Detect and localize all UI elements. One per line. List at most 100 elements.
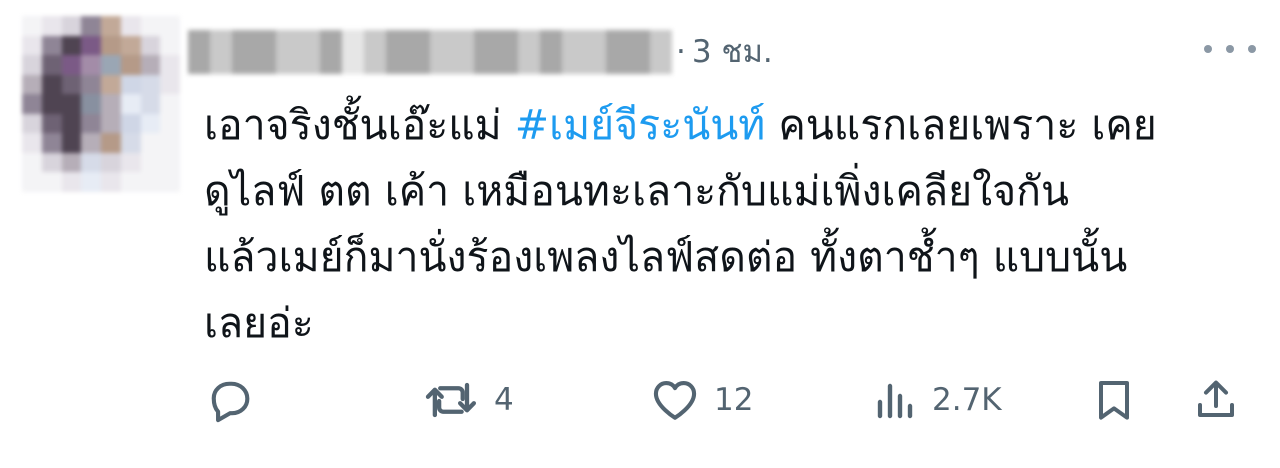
tweet-text-line: เลยอ่ะ	[204, 290, 1256, 356]
username-pixel	[276, 30, 298, 74]
username-pixel	[474, 30, 496, 74]
like-button[interactable]: 12	[648, 374, 753, 426]
avatar-pixel	[101, 133, 121, 153]
avatar-pixel	[120, 133, 141, 153]
meta-dot: ·	[676, 34, 686, 70]
like-count: 12	[714, 382, 754, 418]
avatar-pixel	[140, 16, 161, 36]
more-icon	[1226, 45, 1234, 53]
avatar-pixel	[81, 16, 101, 36]
reply-button[interactable]	[204, 374, 268, 426]
avatar-pixel	[22, 74, 42, 95]
avatar-pixel	[61, 55, 82, 75]
hashtag-link[interactable]: #เมย์จีระนันท์	[515, 101, 766, 149]
avatar-pixel	[120, 152, 141, 173]
username-pixel	[408, 30, 430, 74]
avatar-pixel	[140, 74, 161, 95]
views-button[interactable]: 2.7K	[872, 374, 1002, 426]
avatar-pixel	[120, 16, 141, 36]
avatar-pixel	[120, 35, 141, 56]
avatar-pixel	[140, 94, 161, 114]
avatar-pixel	[41, 113, 62, 134]
avatar-pixel	[41, 133, 62, 153]
avatar-pixel	[22, 133, 42, 153]
text-segment: เอาจริงชั้นเอ๊ะแม่	[204, 101, 515, 149]
more-options-button[interactable]	[1204, 34, 1256, 64]
avatar-pixel	[101, 74, 121, 95]
avatar-pixel	[160, 55, 180, 75]
share-icon	[1198, 380, 1234, 417]
avatar-pixel	[61, 94, 82, 114]
username-pixel	[584, 30, 606, 74]
username-pixel	[342, 30, 364, 74]
reply-icon	[211, 381, 250, 423]
avatar-pixel	[120, 55, 141, 75]
avatar-pixel	[81, 74, 101, 95]
username-blurred[interactable]	[188, 30, 672, 74]
avatar-pixel	[22, 55, 42, 75]
username-pixel	[254, 30, 276, 74]
views-count: 2.7K	[932, 382, 1002, 418]
avatar-pixel	[61, 113, 82, 134]
username-pixel	[364, 30, 386, 74]
avatar-pixel	[160, 35, 180, 56]
avatar-pixel	[61, 172, 82, 192]
avatar-pixel	[22, 16, 42, 36]
username-pixel	[452, 30, 474, 74]
action-bar: 4 12 2.7K	[204, 374, 1256, 426]
more-icon	[1248, 45, 1256, 53]
avatar-pixel	[140, 172, 161, 192]
tweet-time[interactable]: 3 ชม.	[692, 30, 773, 74]
avatar-pixel	[41, 172, 62, 192]
avatar-pixel	[140, 55, 161, 75]
avatar-pixel	[160, 16, 180, 36]
avatar-pixel	[160, 74, 180, 95]
username-pixel	[320, 30, 342, 74]
avatar-pixel	[101, 35, 121, 56]
avatar-pixel	[101, 94, 121, 114]
username-pixel	[430, 30, 452, 74]
avatar-pixel	[101, 113, 121, 134]
retweet-icon	[425, 382, 476, 418]
avatar-pixel	[22, 35, 42, 56]
avatar-pixel	[81, 113, 101, 134]
avatar-pixel	[81, 55, 101, 75]
username-pixel	[562, 30, 584, 74]
avatar-pixel	[120, 113, 141, 134]
text-segment: แล้วเมย์ก็มานั่งร้องเพลงไลฟ์สดต่อ ทั้งตา…	[204, 233, 1128, 281]
bookmark-button[interactable]	[1090, 374, 1138, 426]
avatar-pixel	[81, 172, 101, 192]
tweet-text: เอาจริงชั้นเอ๊ะแม่ #เมย์จีระนันท์ คนแรกเ…	[204, 92, 1256, 356]
username-pixel	[518, 30, 540, 74]
avatar-pixel	[140, 152, 161, 173]
username-pixel	[650, 30, 672, 74]
username-pixel	[298, 30, 320, 74]
avatar-pixel	[160, 152, 180, 173]
avatar-pixel	[101, 55, 121, 75]
avatar-pixel	[120, 74, 141, 95]
avatar-pixel	[101, 16, 121, 36]
share-button[interactable]	[1192, 374, 1240, 426]
username-pixel	[540, 30, 562, 74]
avatar-pixel	[61, 16, 82, 36]
avatar-pixel	[81, 35, 101, 56]
avatar-pixel	[22, 94, 42, 114]
avatar-pixel	[140, 133, 161, 153]
username-pixel	[210, 30, 232, 74]
username-pixel	[188, 30, 210, 74]
retweet-button[interactable]: 4	[422, 374, 514, 426]
avatar-pixel	[41, 35, 62, 56]
avatar-pixel	[41, 74, 62, 95]
avatar[interactable]	[22, 16, 180, 192]
bookmark-icon	[1099, 381, 1129, 420]
more-icon	[1204, 45, 1212, 53]
avatar-pixel	[160, 113, 180, 134]
username-pixel	[606, 30, 628, 74]
text-segment: ดูไลฟ์ ตต เค้า เหมือนทะเลาะกับแม่เพิ่งเค…	[204, 167, 1070, 215]
tweet: · 3 ชม. เอาจริงชั้นเอ๊ะแม่ #เมย์จีระนันท…	[0, 0, 1280, 468]
avatar-pixel	[41, 152, 62, 173]
tweet-text-line: แล้วเมย์ก็มานั่งร้องเพลงไลฟ์สดต่อ ทั้งตา…	[204, 224, 1256, 290]
tweet-text-line: ดูไลฟ์ ตต เค้า เหมือนทะเลาะกับแม่เพิ่งเค…	[204, 158, 1256, 224]
avatar-pixel	[61, 133, 82, 153]
avatar-pixel	[22, 152, 42, 173]
